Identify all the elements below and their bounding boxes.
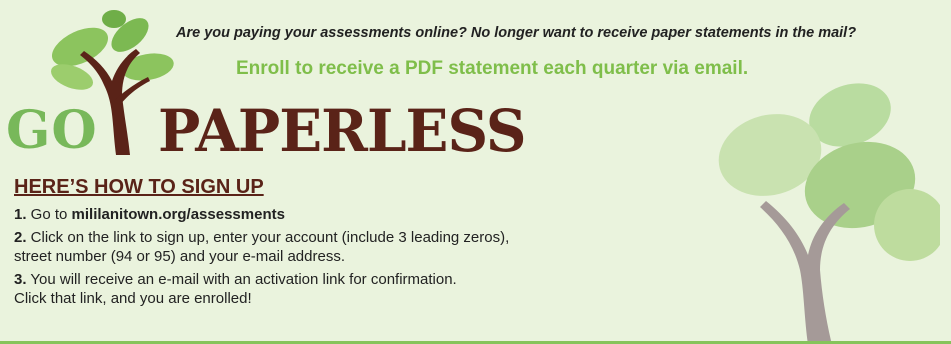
signup-heading: HERE’S HOW TO SIGN UP: [14, 176, 264, 198]
step-1: 1. Go to mililanitown.org/assessments: [14, 205, 714, 224]
logo-go-text: GO: [6, 100, 98, 161]
tagline: Are you paying your assessments online? …: [176, 25, 857, 41]
step-3: 3. You will receive an e-mail with an ac…: [14, 270, 714, 308]
step-2: 2. Click on the link to sign up, enter y…: [14, 228, 714, 266]
signup-steps: 1. Go to mililanitown.org/assessments 2.…: [14, 205, 714, 312]
go-paperless-banner: Are you paying your assessments online? …: [0, 0, 951, 344]
step-number: 2.: [14, 229, 27, 246]
step-text: Go to: [26, 206, 72, 223]
assessments-link[interactable]: mililanitown.org/assessments: [72, 206, 285, 223]
step-number: 1.: [14, 206, 27, 223]
step-text: Click on the link to sign up, enter your…: [26, 229, 510, 246]
tree-illustration-icon: [718, 83, 940, 341]
step-text: You will receive an e-mail with an activ…: [26, 271, 457, 288]
step-number: 3.: [14, 271, 27, 288]
step-text-continued: street number (94 or 95) and your e-mail…: [14, 248, 345, 265]
logo-paperless-text: PAPERLESS: [158, 97, 527, 165]
enroll-line: Enroll to receive a PDF statement each q…: [236, 58, 749, 79]
step-text-continued: Click that link, and you are enrolled!: [14, 290, 252, 307]
